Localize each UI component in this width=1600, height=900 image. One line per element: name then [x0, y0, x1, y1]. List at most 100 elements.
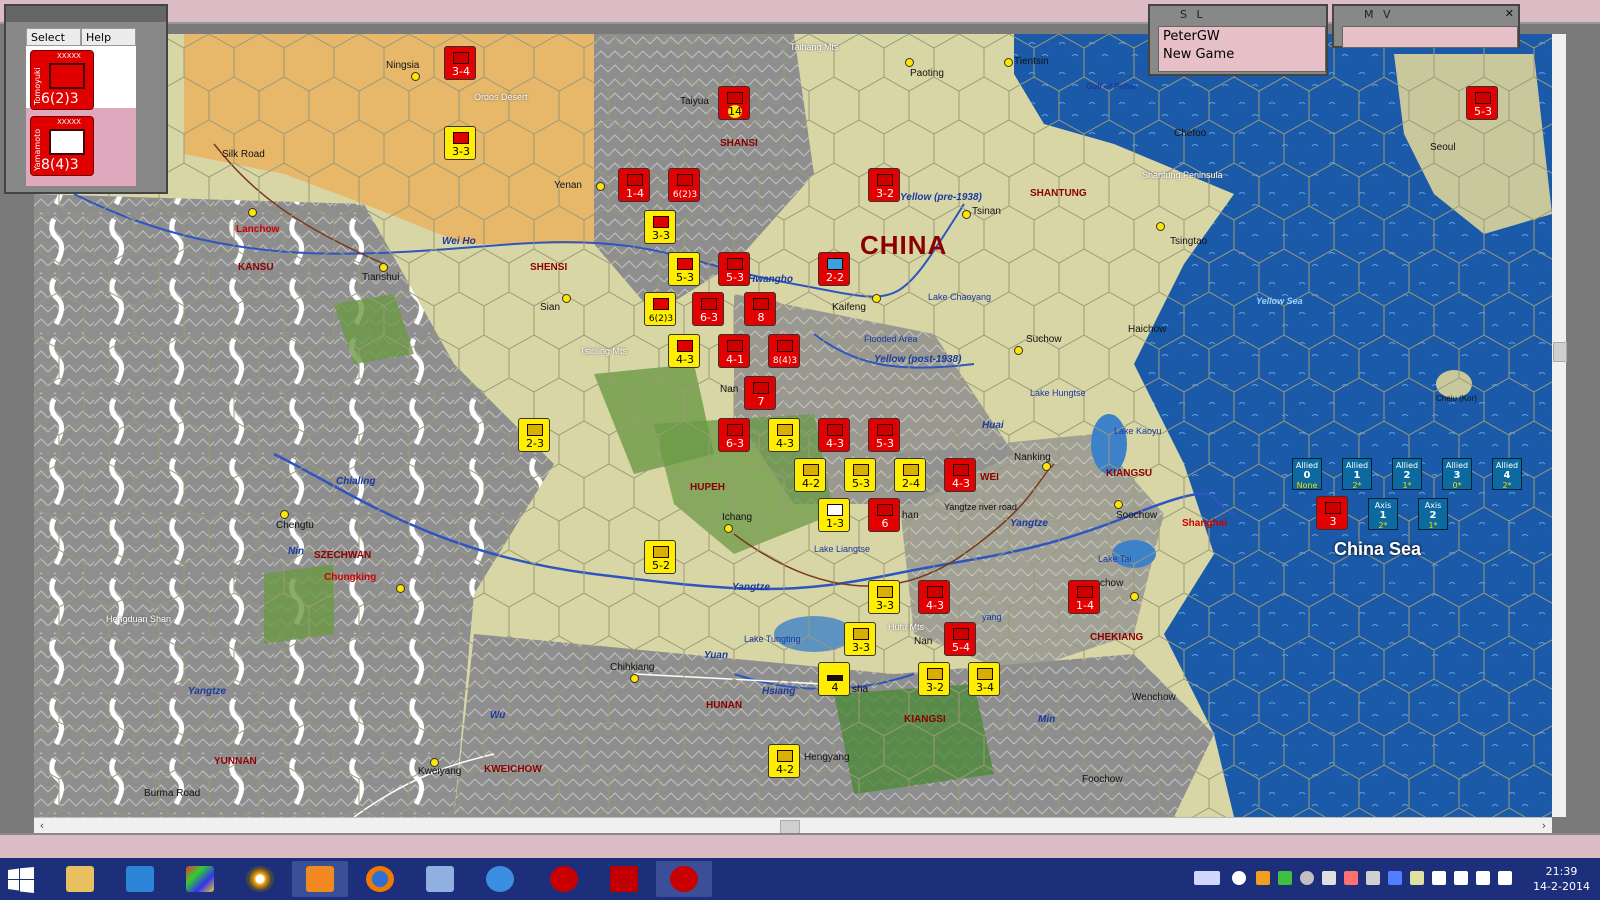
axis-unit-counter[interactable]: 4-1 — [718, 334, 750, 368]
keyboard-icon[interactable] — [1194, 871, 1220, 885]
thunderbird-button[interactable] — [472, 861, 528, 897]
axis-unit-counter[interactable]: 3-4 — [444, 46, 476, 80]
map-horizontal-scrollbar[interactable]: ‹ › — [34, 817, 1552, 834]
city-marker[interactable] — [430, 758, 439, 767]
city-marker[interactable] — [630, 674, 639, 683]
tray-app-icon[interactable] — [1256, 871, 1270, 885]
media-player-button[interactable] — [112, 861, 168, 897]
axis-unit-counter[interactable]: 4-3 — [818, 418, 850, 452]
mv-panel[interactable]: M V ✕ — [1332, 4, 1520, 48]
axis-unit-counter[interactable]: 4-3 — [944, 458, 976, 492]
nationalist-unit-counter[interactable]: 4 — [818, 662, 850, 696]
city-marker[interactable] — [1156, 222, 1165, 231]
allied-track-box[interactable]: Allied 3 0* — [1442, 458, 1472, 490]
nationalist-unit-counter[interactable]: 3-2 — [918, 662, 950, 696]
network-icon[interactable] — [1476, 871, 1490, 885]
tray-app-icon[interactable] — [1410, 871, 1424, 885]
nationalist-unit-counter[interactable]: 3-3 — [644, 210, 676, 244]
city-marker[interactable] — [396, 584, 405, 593]
speaker-icon[interactable] — [1344, 871, 1358, 885]
city-marker[interactable] — [872, 294, 881, 303]
scroll-thumb[interactable] — [780, 820, 800, 834]
axis-unit-counter[interactable]: 5-3 — [1466, 86, 1498, 120]
editor-button[interactable] — [412, 861, 468, 897]
allied-track-box[interactable]: Allied 2 1* — [1392, 458, 1422, 490]
pdf-reader-button[interactable] — [596, 861, 652, 897]
selected-unit[interactable]: Yamamoto XXXXX 8(4)3 — [30, 116, 94, 176]
selected-unit[interactable]: Tomoyuki XXXXX 6(2)3 — [30, 50, 94, 110]
nationalist-unit-counter[interactable]: 4-3 — [768, 418, 800, 452]
tray-app-icon[interactable] — [1278, 871, 1292, 885]
bluetooth-icon[interactable] — [1388, 871, 1402, 885]
scroll-thumb[interactable] — [1553, 342, 1567, 362]
axis-unit-counter[interactable]: 1-4 — [618, 168, 650, 202]
tab-select[interactable]: Select — [26, 28, 81, 46]
axis-unit-counter[interactable]: 6(2)3 — [668, 168, 700, 202]
city-marker[interactable] — [1014, 346, 1023, 355]
allied-track-box[interactable]: Allied 1 2* — [1342, 458, 1372, 490]
scroll-left-icon[interactable]: ‹ — [34, 818, 50, 834]
nationalist-unit-counter[interactable]: 1-3 — [818, 498, 850, 532]
nationalist-unit-counter[interactable]: 3-3 — [444, 126, 476, 160]
game-app-button[interactable] — [536, 861, 592, 897]
panel-titlebar[interactable] — [6, 6, 166, 22]
axis-unit-counter[interactable]: 4-3 — [918, 580, 950, 614]
axis-unit-counter[interactable]: 8 — [744, 292, 776, 326]
volume-icon[interactable] — [1498, 871, 1512, 885]
map-vertical-scrollbar[interactable] — [1552, 34, 1567, 817]
axis-unit-counter[interactable]: 5-4 — [944, 622, 976, 656]
disc-app-button[interactable] — [232, 861, 288, 897]
windows-start-icon[interactable] — [8, 867, 34, 893]
city-marker[interactable] — [724, 524, 733, 533]
cloud-icon[interactable] — [1232, 871, 1246, 885]
allied-track-box[interactable]: Allied 0 None — [1292, 458, 1322, 490]
nationalist-unit-counter[interactable]: 5-2 — [644, 540, 676, 574]
axis-unit-counter[interactable]: 5-3 — [868, 418, 900, 452]
firefox-button[interactable] — [352, 861, 408, 897]
city-marker[interactable] — [1130, 592, 1139, 601]
tray-app-icon[interactable] — [1322, 871, 1336, 885]
select-panel[interactable]: Select Help Tomoyuki XXXXX 6(2)3 Yamamot… — [4, 4, 168, 194]
battery-icon[interactable] — [1454, 871, 1468, 885]
nationalist-unit-counter[interactable]: 2-4 — [894, 458, 926, 492]
nationalist-unit-counter[interactable]: 3-3 — [844, 622, 876, 656]
city-marker[interactable] — [280, 510, 289, 519]
axis-unit-counter[interactable]: 3 — [1316, 496, 1348, 530]
monitor-icon[interactable] — [1366, 871, 1380, 885]
city-marker[interactable] — [596, 182, 605, 191]
nationalist-unit-counter[interactable]: 4-2 — [768, 744, 800, 778]
nationalist-unit-counter[interactable]: 3-3 — [868, 580, 900, 614]
axis-unit-counter[interactable]: 3-2 — [868, 168, 900, 202]
city-marker[interactable] — [411, 72, 420, 81]
city-marker[interactable] — [379, 263, 388, 272]
axis-unit-counter[interactable]: 6 — [868, 498, 900, 532]
clock[interactable]: 21:39 14-2-2014 — [1533, 864, 1590, 894]
paint-app-button[interactable] — [172, 861, 228, 897]
nationalist-unit-counter[interactable]: 4-2 — [794, 458, 826, 492]
nationalist-unit-counter[interactable]: 5-3 — [668, 252, 700, 286]
axis-unit-counter[interactable]: 6-3 — [692, 292, 724, 326]
nationalist-unit-counter[interactable]: 5-3 — [844, 458, 876, 492]
nationalist-unit-counter[interactable]: 4-3 — [668, 334, 700, 368]
allied-track-box[interactable]: Allied 4 2* — [1492, 458, 1522, 490]
axis-unit-counter[interactable]: 8(4)3 — [768, 334, 800, 368]
close-icon[interactable]: ✕ — [1505, 7, 1514, 20]
nationalist-unit-counter[interactable]: 3-4 — [968, 662, 1000, 696]
city-marker[interactable] — [905, 58, 914, 67]
city-marker[interactable] — [1042, 462, 1051, 471]
player-panel[interactable]: S L PeterGW New Game — [1148, 4, 1328, 76]
axis-unit-counter[interactable]: 7 — [744, 376, 776, 410]
city-marker[interactable] — [562, 294, 571, 303]
city-marker[interactable] — [962, 210, 971, 219]
game-app-active-button[interactable] — [656, 861, 712, 897]
axis-track-box[interactable]: Axis 2 1* — [1418, 498, 1448, 530]
axis-unit-counter[interactable]: 2-2 — [818, 252, 850, 286]
axis-track-box[interactable]: Axis 1 2* — [1368, 498, 1398, 530]
tray-app-icon[interactable] — [1300, 871, 1314, 885]
city-marker[interactable] — [1004, 58, 1013, 67]
nationalist-unit-counter[interactable]: 6(2)3 — [644, 292, 676, 326]
axis-unit-counter[interactable]: 14 — [718, 86, 750, 120]
scroll-right-icon[interactable]: › — [1536, 818, 1552, 834]
mail-app-button[interactable] — [292, 861, 348, 897]
flag-icon[interactable] — [1432, 871, 1446, 885]
